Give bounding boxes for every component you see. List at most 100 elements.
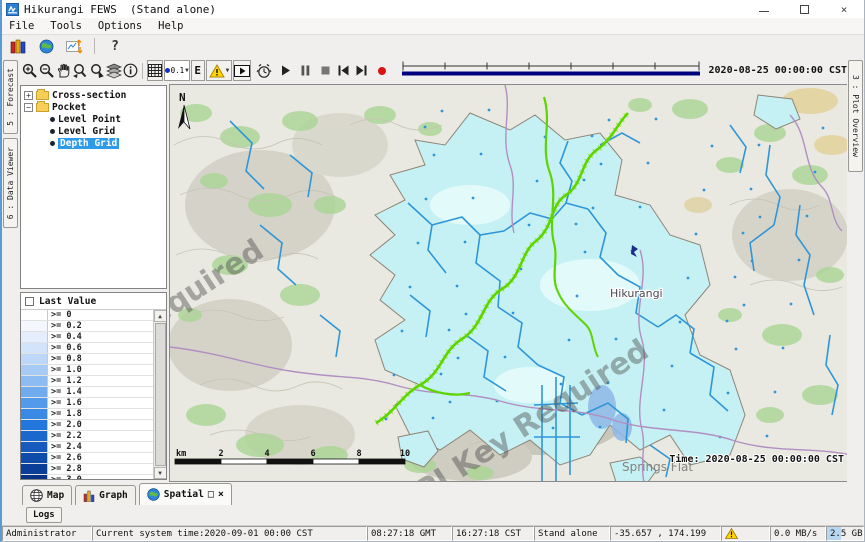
pan-hand-icon[interactable]	[56, 60, 71, 81]
node-bullet-icon	[50, 117, 55, 122]
legend-row[interactable]: >= 1.4	[21, 387, 153, 398]
zoom-out-icon[interactable]	[39, 60, 55, 81]
scroll-up-icon[interactable]: ▲	[154, 310, 167, 322]
grid-display-icon[interactable]	[147, 60, 163, 81]
expand-icon[interactable]: +	[24, 91, 33, 100]
legend-row[interactable]: >= 0	[21, 310, 153, 321]
legend-row[interactable]: >= 1.0	[21, 365, 153, 376]
pause-button[interactable]	[299, 60, 312, 81]
tree-item-level-grid[interactable]: Level Grid	[24, 125, 166, 137]
layer-tree[interactable]: + Cross-section − Pocket Level Point	[20, 85, 167, 289]
timer-settings-icon[interactable]	[256, 60, 272, 81]
collapse-icon[interactable]: −	[24, 103, 33, 112]
legend-label: >= 0	[48, 310, 71, 320]
scroll-down-icon[interactable]: ▼	[154, 467, 167, 479]
legend-row[interactable]: >= 1.6	[21, 398, 153, 409]
globe-icon	[147, 488, 160, 501]
legend-row[interactable]: >= 1.8	[21, 409, 153, 420]
zoom-previous-icon[interactable]	[72, 60, 88, 81]
info-icon[interactable]	[123, 60, 138, 81]
wireframe-globe-icon	[30, 489, 43, 502]
legend-row[interactable]: >= 2.4	[21, 442, 153, 453]
status-coordinates: -35.657 , 174.199	[610, 526, 721, 541]
timeseries-dialog-icon[interactable]	[63, 37, 85, 56]
tree-item-pocket[interactable]: − Pocket	[24, 101, 166, 113]
step-forward-button[interactable]	[355, 60, 368, 81]
tree-item-label: Level Grid	[58, 126, 115, 137]
menu-tools[interactable]: Tools	[50, 20, 82, 32]
menu-help[interactable]: Help	[158, 20, 183, 32]
layers-icon[interactable]	[106, 60, 122, 81]
scrollbar-thumb[interactable]	[155, 323, 166, 466]
tab-data-viewer[interactable]: 6 : Data Viewer	[3, 138, 18, 228]
tab-spatial[interactable]: Spatial □ ×	[139, 483, 232, 505]
legend-label: >= 2.6	[48, 453, 82, 463]
tab-maximize-icon[interactable]: □	[208, 490, 214, 500]
time-slider[interactable]	[400, 61, 702, 80]
legend-swatch	[21, 398, 48, 408]
tab-map[interactable]: Map	[22, 485, 72, 505]
tab-plot-overview[interactable]: 3 : Plot Overview	[848, 60, 863, 172]
last-value-checkbox[interactable]	[25, 297, 34, 306]
app-icon	[6, 3, 19, 16]
legend-toggle-button[interactable]: E	[191, 60, 205, 81]
tree-item-cross-section[interactable]: + Cross-section	[24, 89, 166, 101]
north-label: N	[179, 91, 186, 104]
stop-button[interactable]	[319, 60, 332, 81]
tree-item-depth-grid-selected[interactable]: Depth Grid	[24, 137, 166, 149]
map-time-label: Time: 2020-08-25 00:00:00 CST	[669, 453, 844, 465]
town-label: Hikurangi	[610, 287, 663, 300]
legend-row[interactable]: >= 2.0	[21, 420, 153, 431]
tree-item-level-point[interactable]: Level Point	[24, 113, 166, 125]
map-view[interactable]: API Key Required API Key Required Hikura…	[169, 84, 847, 482]
legend-panel: Last Value >= 0>= 0.2>= 0.4>= 0.6>= 0.8>…	[20, 292, 167, 480]
legend-row[interactable]: >= 0.8	[21, 354, 153, 365]
logs-button[interactable]: Logs	[26, 507, 62, 523]
play-button[interactable]	[279, 60, 292, 81]
legend-row[interactable]: >= 1.2	[21, 376, 153, 387]
legend-label: >= 1.2	[48, 376, 82, 386]
legend-scrollbar[interactable]: ▲ ▼	[153, 310, 166, 479]
legend-swatch	[21, 387, 48, 397]
tab-graph[interactable]: Graph	[75, 485, 136, 505]
logs-row: Logs	[2, 505, 864, 525]
animation-dialog-icon[interactable]	[233, 60, 251, 81]
legend-row[interactable]: >= 2.6	[21, 453, 153, 464]
zoom-next-icon[interactable]	[89, 60, 105, 81]
tab-forecast-label: 5 : Forecast	[6, 65, 15, 129]
zoom-in-icon[interactable]	[22, 60, 38, 81]
grid-value-dot-icon	[165, 68, 170, 73]
database-icon[interactable]	[7, 37, 29, 56]
legend-swatch	[21, 409, 48, 419]
help-button[interactable]: ?	[104, 37, 126, 56]
step-back-button[interactable]	[337, 60, 350, 81]
legend-row[interactable]: >= 0.6	[21, 343, 153, 354]
menu-file[interactable]: File	[9, 20, 34, 32]
chevron-down-icon: ▼	[226, 67, 230, 74]
left-panel: + Cross-section − Pocket Level Point	[19, 84, 169, 482]
legend-row[interactable]: >= 2.8	[21, 464, 153, 475]
maximize-button[interactable]	[784, 0, 824, 18]
tab-forecast[interactable]: 5 : Forecast	[3, 60, 18, 134]
legend-row[interactable]: >= 2.2	[21, 431, 153, 442]
thresholds-dropdown[interactable]: ▼	[206, 60, 233, 81]
svg-text:2: 2	[218, 449, 223, 459]
close-button[interactable]: ×	[824, 0, 864, 18]
legend-list: >= 0>= 0.2>= 0.4>= 0.6>= 0.8>= 1.0>= 1.2…	[21, 310, 153, 479]
menu-bar: File Tools Options Help	[2, 18, 864, 35]
svg-text:8: 8	[356, 449, 361, 459]
globe-icon[interactable]	[35, 37, 57, 56]
tab-close-icon[interactable]: ×	[218, 490, 224, 500]
legend-row[interactable]: >= 3.0	[21, 475, 153, 479]
status-warning-cell[interactable]	[721, 526, 770, 541]
grid-value-dropdown[interactable]: 0.1 ▼	[164, 60, 190, 81]
legend-swatch	[21, 321, 48, 331]
record-button[interactable]	[375, 60, 388, 81]
menu-options[interactable]: Options	[98, 20, 142, 32]
legend-swatch	[21, 376, 48, 386]
legend-row[interactable]: >= 0.2	[21, 321, 153, 332]
legend-row[interactable]: >= 0.4	[21, 332, 153, 343]
main-toolbar: ?	[2, 35, 864, 57]
minimize-button[interactable]	[744, 0, 784, 18]
map-canvas[interactable]: API Key Required API Key Required Hikura…	[170, 85, 847, 482]
